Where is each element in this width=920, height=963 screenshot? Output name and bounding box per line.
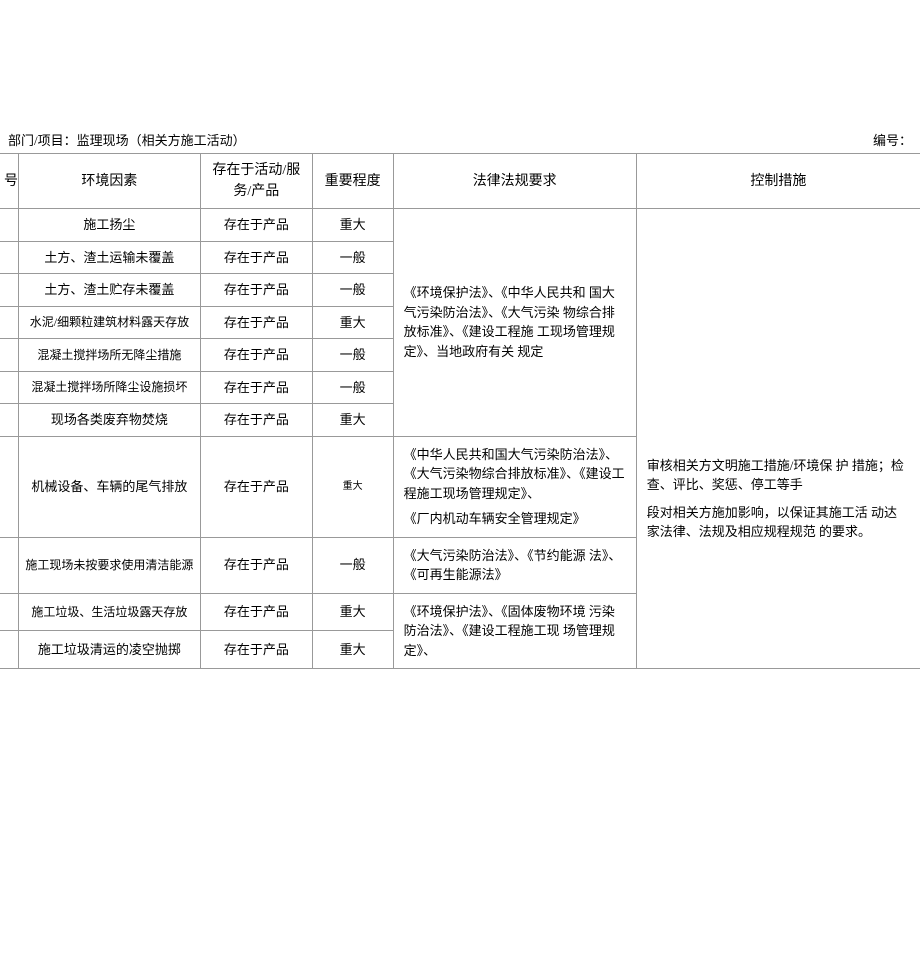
exist-cell: 存在于产品 — [201, 537, 312, 593]
law-cell-group1: 《环境保护法》、《中华人民共和 国大气污染防治法》、《大气污染 物综合排放标准》… — [393, 209, 636, 437]
factor-cell: 施工垃圾清运的凌空抛掷 — [18, 631, 200, 669]
level-cell: 一般 — [312, 274, 393, 307]
law-cell-group3: 《大气污染防治法》、《节约能源 法》、《可再生能源法》 — [393, 537, 636, 593]
factor-cell: 施工垃圾、生活垃圾露天存放 — [18, 593, 200, 631]
seq-cell — [0, 593, 18, 631]
seq-cell — [0, 339, 18, 372]
col-measure: 控制措施 — [636, 154, 920, 209]
exist-cell: 存在于产品 — [201, 371, 312, 404]
factor-cell: 现场各类废弃物焚烧 — [18, 404, 200, 437]
level-cell: 一般 — [312, 339, 393, 372]
level-cell: 重大 — [312, 209, 393, 242]
factor-cell: 土方、渣土运输未覆盖 — [18, 241, 200, 274]
level-cell: 一般 — [312, 241, 393, 274]
seq-cell — [0, 241, 18, 274]
dept-project-label: 部门/项目：监理现场（相关方施工活动） — [8, 130, 246, 149]
seq-cell — [0, 274, 18, 307]
seq-cell — [0, 436, 18, 537]
col-law: 法律法规要求 — [393, 154, 636, 209]
exist-cell: 存在于产品 — [201, 339, 312, 372]
exist-cell: 存在于产品 — [201, 631, 312, 669]
exist-cell: 存在于产品 — [201, 593, 312, 631]
col-factor: 环境因素 — [18, 154, 200, 209]
factor-cell: 土方、渣土贮存未覆盖 — [18, 274, 200, 307]
law-cell-group2: 《中华人民共和国大气污染防治法》、《大气污染物综合排放标准》、《建设工程施工现场… — [393, 436, 636, 537]
seq-cell — [0, 306, 18, 339]
exist-cell: 存在于产品 — [201, 241, 312, 274]
level-cell: 重大 — [312, 404, 393, 437]
bottom-whitespace — [0, 669, 920, 799]
factor-cell: 机械设备、车辆的尾气排放 — [18, 436, 200, 537]
table-row: 施工扬尘 存在于产品 重大 《环境保护法》、《中华人民共和 国大气污染防治法》、… — [0, 209, 920, 242]
law-text-2b: 《厂内机动车辆安全管理规定》 — [404, 509, 626, 529]
seq-cell — [0, 631, 18, 669]
factor-cell: 施工现场未按要求使用清洁能源 — [18, 537, 200, 593]
col-seq: 号 — [0, 154, 18, 209]
level-cell: 重大 — [312, 593, 393, 631]
exist-cell: 存在于产品 — [201, 306, 312, 339]
exist-cell: 存在于产品 — [201, 209, 312, 242]
exist-cell: 存在于产品 — [201, 404, 312, 437]
law-cell-group4: 《环境保护法》、《固体废物环境 污染防治法》、《建设工程施工现 场管理规定》、 — [393, 593, 636, 669]
factor-cell: 施工扬尘 — [18, 209, 200, 242]
exist-cell: 存在于产品 — [201, 436, 312, 537]
exist-cell: 存在于产品 — [201, 274, 312, 307]
seq-cell — [0, 404, 18, 437]
measure-cell: 审核相关方文明施工措施/环境保 护 措施；检查、评比、奖惩、停工等手 段对相关方… — [636, 209, 920, 669]
factor-cell: 水泥/细颗粒建筑材料露天存放 — [18, 306, 200, 339]
col-exist: 存在于活动/服务/产品 — [201, 154, 312, 209]
seq-cell — [0, 537, 18, 593]
table-header-row: 号 环境因素 存在于活动/服务/产品 重要程度 法律法规要求 控制措施 — [0, 154, 920, 209]
code-label: 编号： — [873, 130, 912, 149]
env-factor-table: 号 环境因素 存在于活动/服务/产品 重要程度 法律法规要求 控制措施 施工扬尘… — [0, 153, 920, 669]
level-cell: 一般 — [312, 371, 393, 404]
col-level: 重要程度 — [312, 154, 393, 209]
measure-text-1: 审核相关方文明施工措施/环境保 护 措施；检查、评比、奖惩、停工等手 — [647, 456, 910, 495]
level-cell: 一般 — [312, 537, 393, 593]
level-cell: 重大 — [312, 436, 393, 537]
level-cell: 重大 — [312, 631, 393, 669]
seq-cell — [0, 209, 18, 242]
factor-cell: 混凝土搅拌场所降尘设施损坏 — [18, 371, 200, 404]
factor-cell: 混凝土搅拌场所无降尘措施 — [18, 339, 200, 372]
level-cell: 重大 — [312, 306, 393, 339]
measure-text-2: 段对相关方施加影响，以保证其施工活 动达家法律、法规及相应规程规范 的要求。 — [647, 503, 910, 542]
seq-cell — [0, 371, 18, 404]
law-text-2a: 《中华人民共和国大气污染防治法》、《大气污染物综合排放标准》、《建设工程施工现场… — [404, 445, 626, 504]
